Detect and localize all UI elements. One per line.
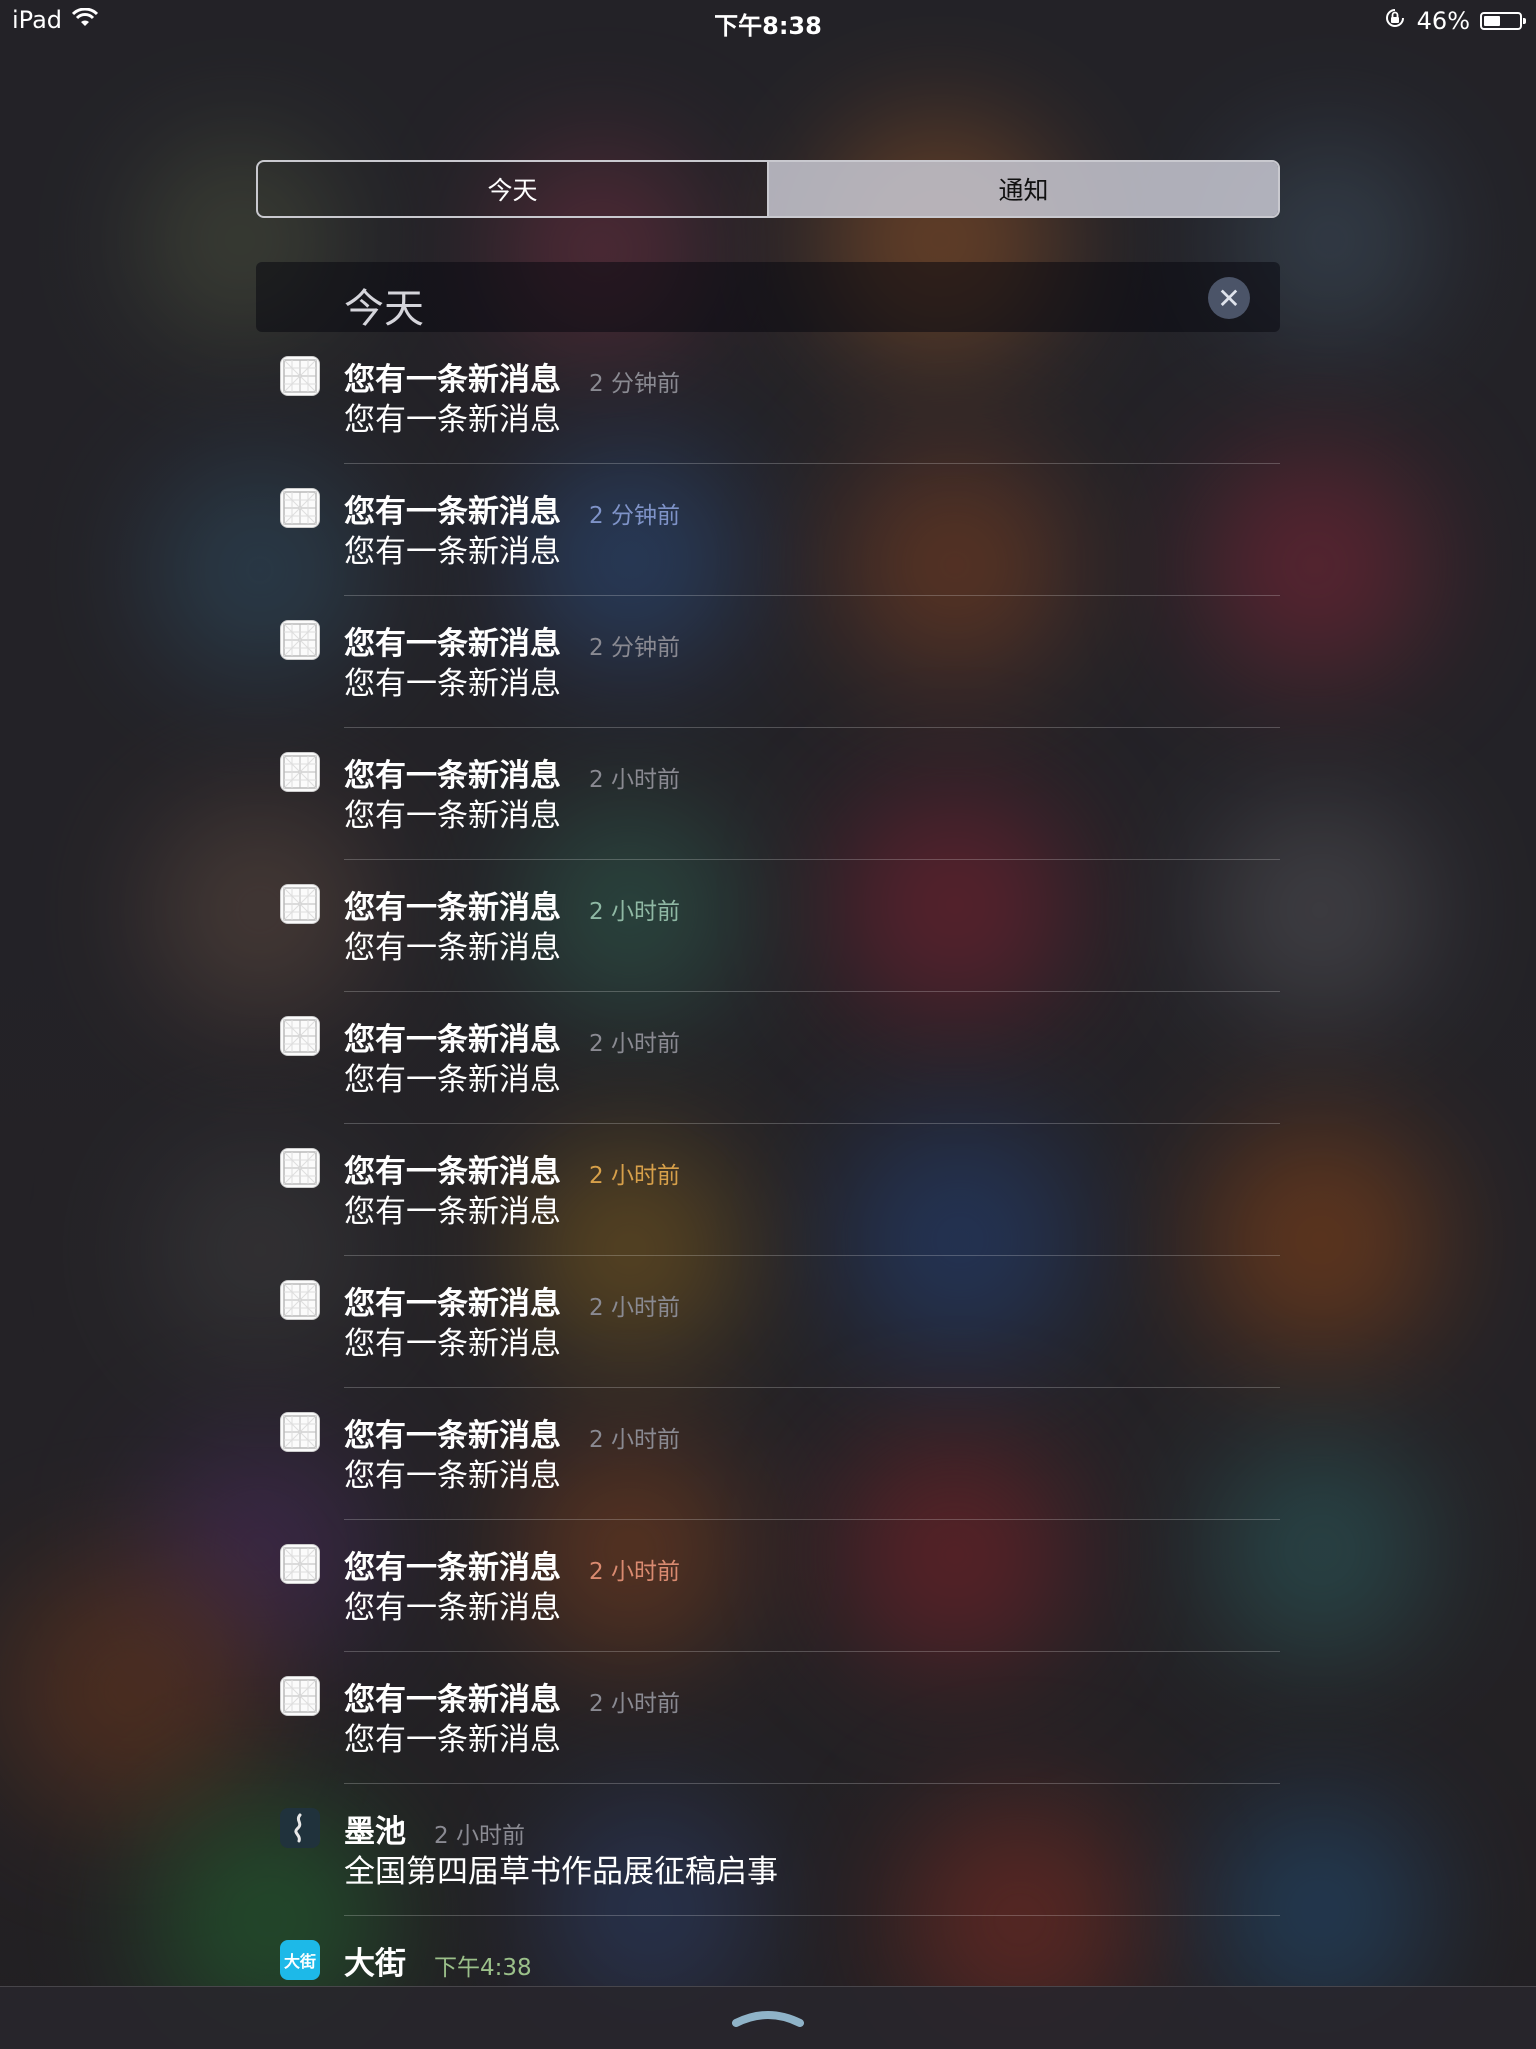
- notification-body: 您有一条新消息: [344, 666, 561, 702]
- grid-app-icon: [280, 488, 320, 528]
- notification-body: 您有一条新消息: [344, 1194, 561, 1230]
- notification-title: 您有一条新消息: [344, 1022, 561, 1058]
- notification-body: 您有一条新消息: [344, 1062, 561, 1098]
- section-title: 今天: [344, 286, 424, 332]
- mochi-app-icon: [280, 1808, 320, 1848]
- section-header: 今天 ✕: [256, 262, 1280, 332]
- notification-item[interactable]: 您有一条新消息 2 分钟前 您有一条新消息: [256, 596, 1280, 728]
- dajie-app-icon: 大街: [280, 1940, 320, 1980]
- tab-today[interactable]: 今天: [258, 162, 769, 216]
- notification-title: 您有一条新消息: [344, 1154, 561, 1190]
- notification-time: 2 分钟前: [589, 635, 680, 661]
- grid-app-icon: [280, 1544, 320, 1584]
- notification-body: 您有一条新消息: [344, 534, 561, 570]
- notification-item[interactable]: 您有一条新消息 2 小时前 您有一条新消息: [256, 860, 1280, 992]
- grid-app-icon: [280, 356, 320, 396]
- notification-body: 您有一条新消息: [344, 798, 561, 834]
- notification-time: 下午4:38: [434, 1955, 532, 1981]
- status-time: 下午8:38: [714, 12, 822, 40]
- notification-item[interactable]: 您有一条新消息 2 分钟前 您有一条新消息: [256, 332, 1280, 464]
- grid-app-icon: [280, 1676, 320, 1716]
- notification-body: 您有一条新消息: [344, 1722, 561, 1758]
- notification-title: 墨池: [344, 1814, 406, 1850]
- notification-time: 2 分钟前: [589, 371, 680, 397]
- grid-app-icon: [280, 1016, 320, 1056]
- notification-list: 您有一条新消息 2 分钟前 您有一条新消息 您有一条新消息 2 分钟前 您有一条新消息 您有…: [256, 332, 1280, 2048]
- notification-title: 您有一条新消息: [344, 890, 561, 926]
- notification-time: 2 分钟前: [589, 503, 680, 529]
- grid-app-icon: [280, 884, 320, 924]
- notification-time: 2 小时前: [589, 1031, 680, 1057]
- notification-item[interactable]: 您有一条新消息 2 小时前 您有一条新消息: [256, 1124, 1280, 1256]
- notification-item[interactable]: 您有一条新消息 2 小时前 您有一条新消息: [256, 1520, 1280, 1652]
- notification-time: 2 小时前: [589, 1691, 680, 1717]
- rotation-lock-icon: [1383, 6, 1407, 36]
- notification-time: 2 小时前: [434, 1823, 525, 1849]
- segmented-control: 今天 通知: [256, 160, 1280, 218]
- grid-app-icon: [280, 1412, 320, 1452]
- battery-percent: 46%: [1416, 7, 1470, 35]
- notification-body: 您有一条新消息: [344, 1458, 561, 1494]
- notification-time: 2 小时前: [589, 1163, 680, 1189]
- clear-section-button[interactable]: ✕: [1208, 277, 1250, 319]
- notification-body: 您有一条新消息: [344, 1590, 561, 1626]
- status-bar: iPad 下午8:38 46%: [0, 0, 1536, 42]
- notification-title: 您有一条新消息: [344, 626, 561, 662]
- notification-item[interactable]: 您有一条新消息 2 分钟前 您有一条新消息: [256, 464, 1280, 596]
- battery-icon: [1480, 12, 1526, 30]
- notification-item[interactable]: 您有一条新消息 2 小时前 您有一条新消息: [256, 1388, 1280, 1520]
- notification-item[interactable]: 您有一条新消息 2 小时前 您有一条新消息: [256, 1652, 1280, 1784]
- grid-app-icon: [280, 1280, 320, 1320]
- notification-time: 2 小时前: [589, 899, 680, 925]
- bottom-bar: [0, 1986, 1536, 2049]
- notification-time: 2 小时前: [589, 1427, 680, 1453]
- notification-time: 2 小时前: [589, 1295, 680, 1321]
- notification-item[interactable]: 墨池 2 小时前全国第四届草书作品展征稿启事: [256, 1784, 1280, 1916]
- notification-title: 您有一条新消息: [344, 1550, 561, 1586]
- notification-body: 您有一条新消息: [344, 1326, 561, 1362]
- grid-app-icon: [280, 752, 320, 792]
- notification-item[interactable]: 您有一条新消息 2 小时前 您有一条新消息: [256, 992, 1280, 1124]
- notification-body: 您有一条新消息: [344, 402, 561, 438]
- grid-app-icon: [280, 1148, 320, 1188]
- notification-body: 全国第四届草书作品展征稿启事: [344, 1854, 778, 1890]
- grid-app-icon: [280, 620, 320, 660]
- notification-title: 您有一条新消息: [344, 1286, 561, 1322]
- notification-time: 2 小时前: [589, 1559, 680, 1585]
- chevron-up-handle-icon[interactable]: [732, 2005, 804, 2027]
- notification-item[interactable]: 您有一条新消息 2 小时前 您有一条新消息: [256, 728, 1280, 860]
- tab-notifications[interactable]: 通知: [769, 162, 1278, 216]
- notification-time: 2 小时前: [589, 767, 680, 793]
- close-icon: ✕: [1217, 281, 1241, 315]
- notification-item[interactable]: 您有一条新消息 2 小时前 您有一条新消息: [256, 1256, 1280, 1388]
- notification-title: 您有一条新消息: [344, 494, 561, 530]
- notification-title: 您有一条新消息: [344, 758, 561, 794]
- notification-body: 您有一条新消息: [344, 930, 561, 966]
- notification-title: 您有一条新消息: [344, 1682, 561, 1718]
- notification-title: 您有一条新消息: [344, 362, 561, 398]
- notification-title: 大街: [344, 1946, 406, 1982]
- notification-title: 您有一条新消息: [344, 1418, 561, 1454]
